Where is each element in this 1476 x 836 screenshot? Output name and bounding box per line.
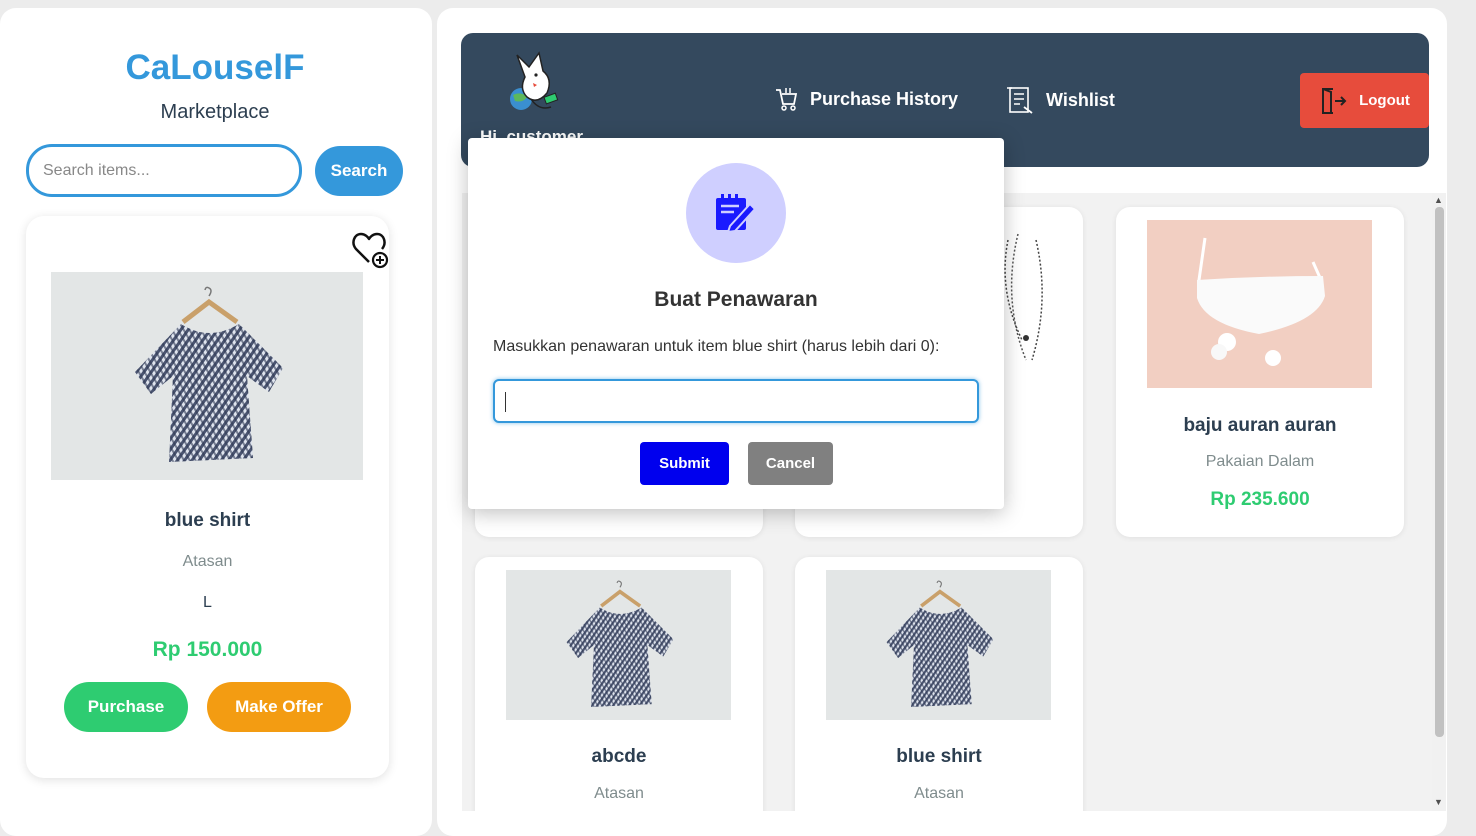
scroll-up-icon[interactable]: ▲ [1434,195,1443,205]
offer-dialog: Buat Penawaran Masukkan penawaran untuk … [468,138,1004,509]
item-size: L [203,594,212,611]
logout-icon [1322,87,1347,114]
striped-shirt-image [51,272,363,480]
scroll-down-icon[interactable]: ▼ [1434,797,1443,807]
dialog-message: Masukkan penawaran untuk item blue shirt… [493,338,940,355]
mascot-icon [503,49,565,115]
product-card[interactable]: blue shirt Atasan [795,557,1083,811]
product-name: abcde [591,746,647,767]
nav-wishlist-label: Wishlist [1046,89,1115,110]
offer-amount-input[interactable] [493,379,979,423]
product-name: baju auran auran [1183,415,1337,436]
product-category: Atasan [914,785,964,802]
product-card[interactable]: abcde Atasan [475,557,763,811]
brand-title: CaLouselF [125,48,305,87]
text-cursor [505,392,506,412]
search-button[interactable]: Search [315,146,403,196]
white-bra-image [1147,220,1372,388]
dialog-title: Buat Penawaran [654,288,818,311]
item-price: Rp 150.000 [152,638,263,661]
nav-purchase-history-label: Purchase History [810,88,959,109]
product-name: blue shirt [896,746,982,767]
product-category: Atasan [594,785,644,802]
item-name: blue shirt [164,510,251,531]
make-offer-button[interactable]: Make Offer [207,682,351,732]
cancel-button[interactable]: Cancel [748,442,833,485]
search-input[interactable] [26,144,302,197]
edit-note-icon [686,163,786,263]
submit-button[interactable]: Submit [640,442,729,485]
logout-label: Logout [1359,92,1410,109]
product-price: Rp 235.600 [1210,489,1310,510]
product-card[interactable]: baju auran auran Pakaian Dalam Rp 235.60… [1116,207,1404,537]
nav-purchase-history[interactable]: Purchase History [774,85,958,113]
heart-plus-icon[interactable] [350,228,392,270]
cart-icon [776,88,798,111]
item-category: Atasan [182,553,233,570]
product-category: Pakaian Dalam [1205,453,1315,470]
scroll-thumb[interactable] [1435,207,1444,737]
scrollbar[interactable]: ▲ ▼ [1432,193,1446,811]
selected-item-card: blue shirt Atasan L Rp 150.000 Purchase … [26,216,389,778]
logout-button[interactable]: Logout [1300,73,1429,128]
sidebar: CaLouselF Marketplace Search blue shirt … [0,8,432,836]
striped-shirt-image [506,570,731,720]
wishlist-document-icon [1007,87,1033,114]
striped-shirt-image [826,570,1051,720]
brand-subtitle: Marketplace [160,101,270,123]
purchase-button[interactable]: Purchase [64,682,188,732]
nav-wishlist[interactable]: Wishlist [1006,85,1115,115]
